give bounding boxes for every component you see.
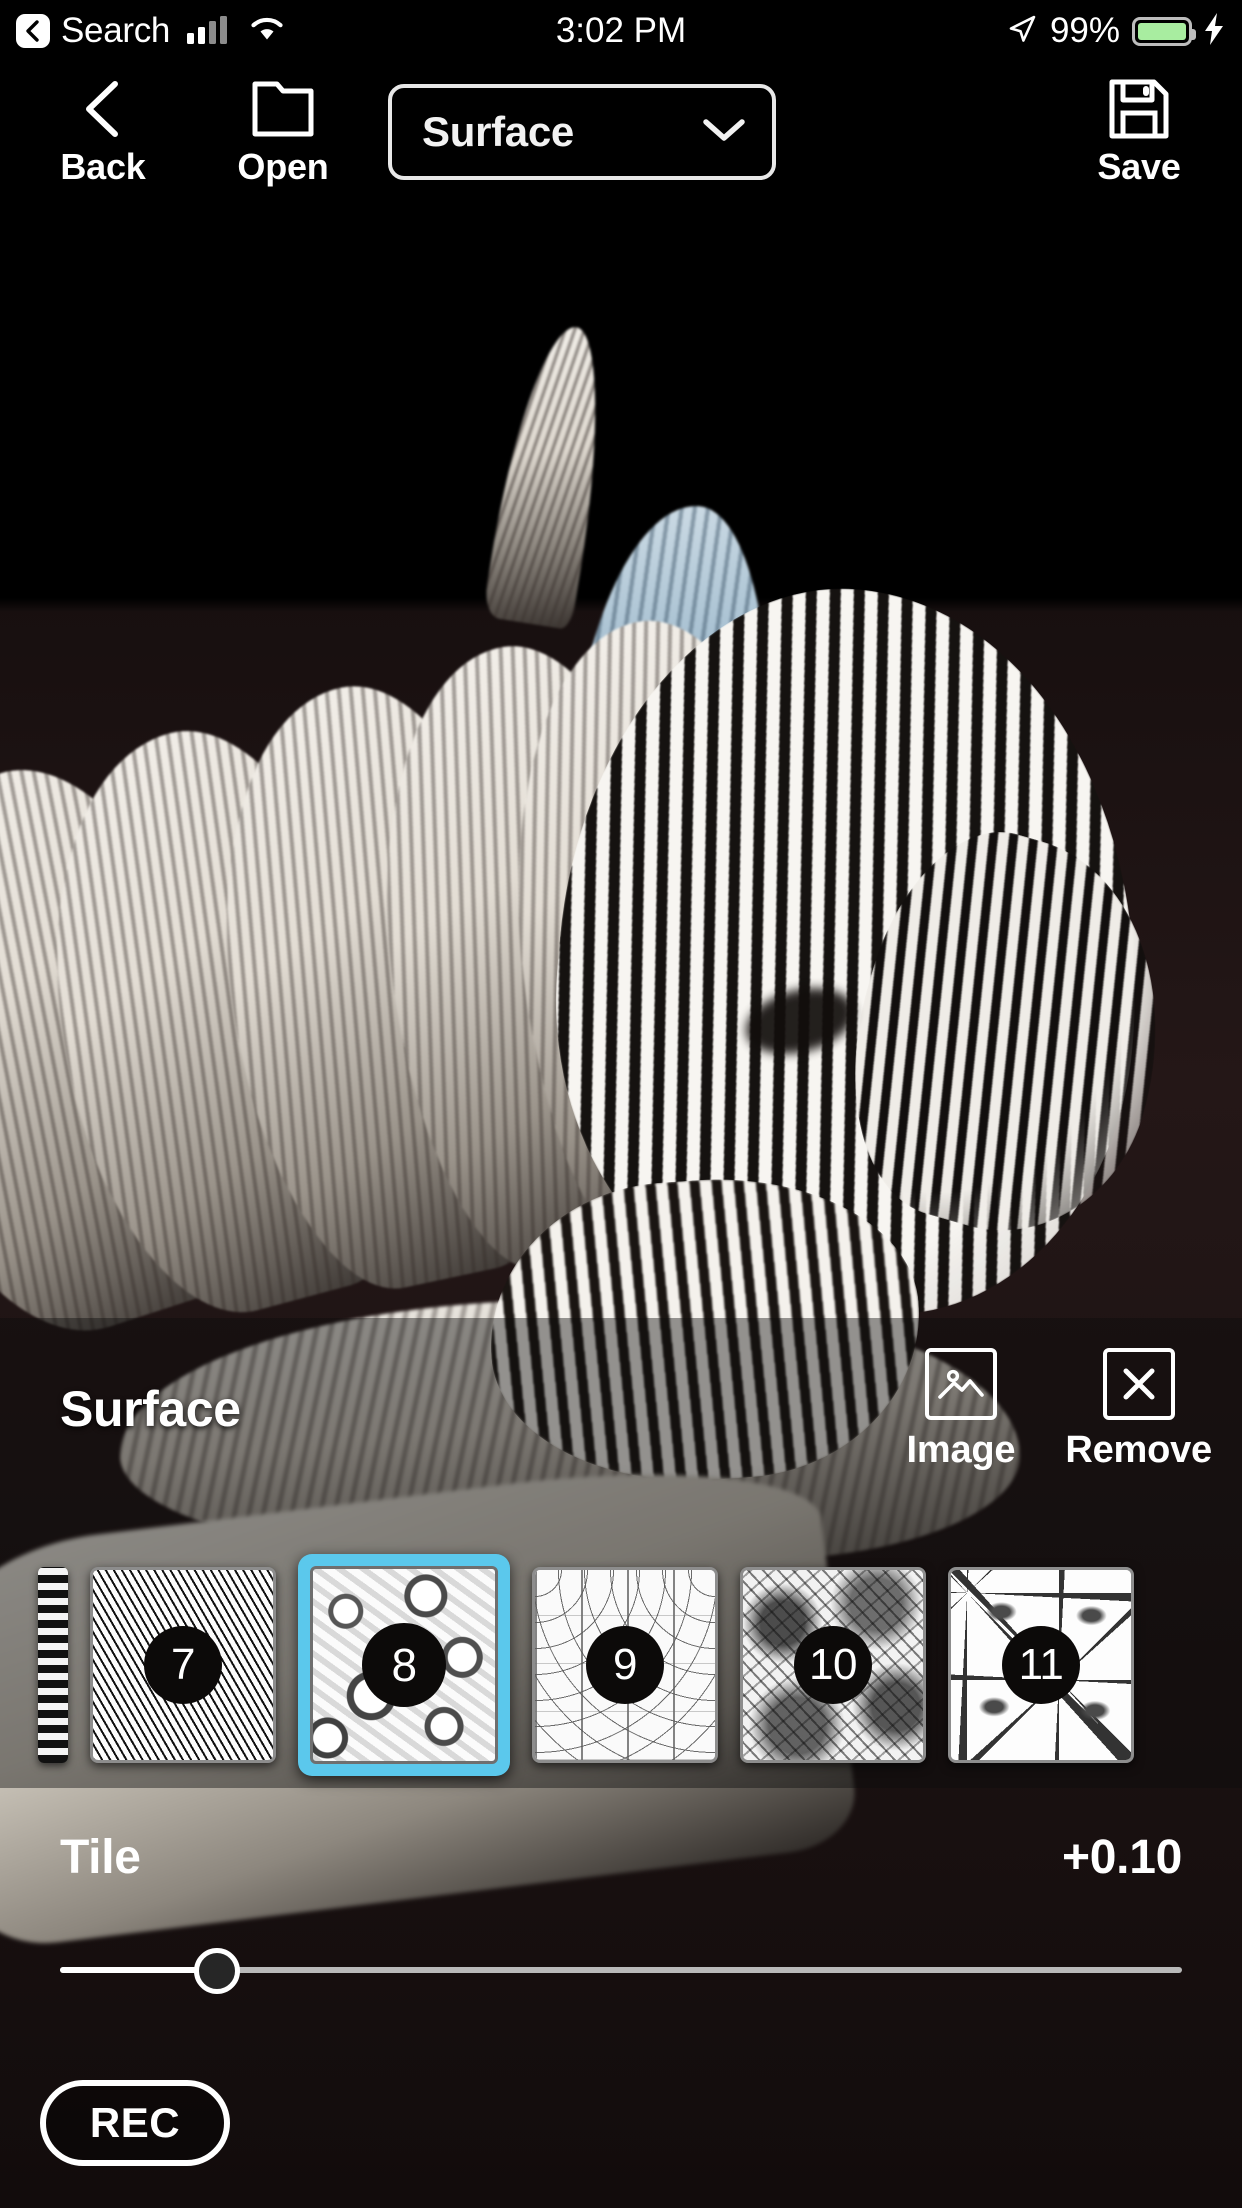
floppy-disk-icon	[1108, 76, 1170, 142]
texture-thumbnail-9[interactable]: 9	[532, 1567, 718, 1763]
chevron-down-icon	[702, 116, 746, 149]
texture-number-badge: 10	[794, 1626, 872, 1704]
tile-slider-row: Tile +0.10	[0, 1830, 1242, 2030]
top-toolbar: Back Open Surface Save	[0, 62, 1242, 212]
folder-icon	[251, 76, 315, 142]
back-button-label: Back	[60, 146, 146, 187]
remove-button[interactable]: Remove	[1065, 1348, 1212, 1472]
texture-number-badge: 9	[586, 1626, 664, 1704]
image-button[interactable]: Image	[907, 1348, 1016, 1472]
remove-button-label: Remove	[1065, 1429, 1212, 1471]
model-spike-left	[482, 319, 618, 631]
tile-slider[interactable]	[60, 1940, 1182, 2000]
close-x-icon	[1102, 1348, 1175, 1420]
back-button[interactable]: Back	[18, 76, 188, 188]
texture-thumbnail-11[interactable]: 11	[948, 1567, 1134, 1763]
lightning-bolt-icon	[1204, 12, 1224, 50]
save-button[interactable]: Save	[1054, 76, 1224, 188]
texture-number-badge: 8	[362, 1623, 446, 1707]
chevron-left-icon	[75, 76, 131, 142]
tile-slider-thumb[interactable]	[194, 1948, 241, 1994]
record-button[interactable]: REC	[40, 2080, 230, 2166]
mode-dropdown[interactable]: Surface	[388, 84, 776, 180]
tile-slider-label: Tile	[60, 1831, 141, 1884]
mode-dropdown-value: Surface	[422, 108, 574, 155]
open-button[interactable]: Open	[198, 76, 368, 188]
status-bar: Search 3:02 PM 99%	[0, 0, 1242, 62]
texture-thumbnail-10[interactable]: 10	[740, 1567, 926, 1763]
texture-thumbnail-7[interactable]: 7	[90, 1567, 276, 1763]
status-bar-right: 99%	[1006, 11, 1224, 51]
texture-thumbnail-8[interactable]: 8	[298, 1554, 510, 1776]
image-button-label: Image	[906, 1429, 1016, 1471]
thumbnail-partial-previous[interactable]	[38, 1567, 68, 1763]
app-root: Search 3:02 PM 99% Back Open Surface Sav…	[0, 0, 1242, 2208]
save-button-label: Save	[1097, 146, 1181, 187]
texture-number-badge: 7	[144, 1626, 222, 1704]
location-arrow-icon	[1006, 13, 1038, 50]
battery-icon	[1132, 16, 1196, 46]
panel-title: Surface	[60, 1381, 241, 1437]
tile-slider-value: +0.10	[1062, 1831, 1182, 1884]
panel-actions: Image Remove	[907, 1348, 1212, 1472]
texture-number-badge: 11	[1002, 1626, 1080, 1704]
image-icon	[924, 1348, 997, 1420]
battery-percent-label: 99%	[1049, 11, 1120, 50]
open-button-label: Open	[237, 146, 329, 187]
texture-thumbnail-strip[interactable]: 7 8 9 10 11	[0, 1550, 1242, 1780]
record-button-label: REC	[89, 2099, 181, 2146]
